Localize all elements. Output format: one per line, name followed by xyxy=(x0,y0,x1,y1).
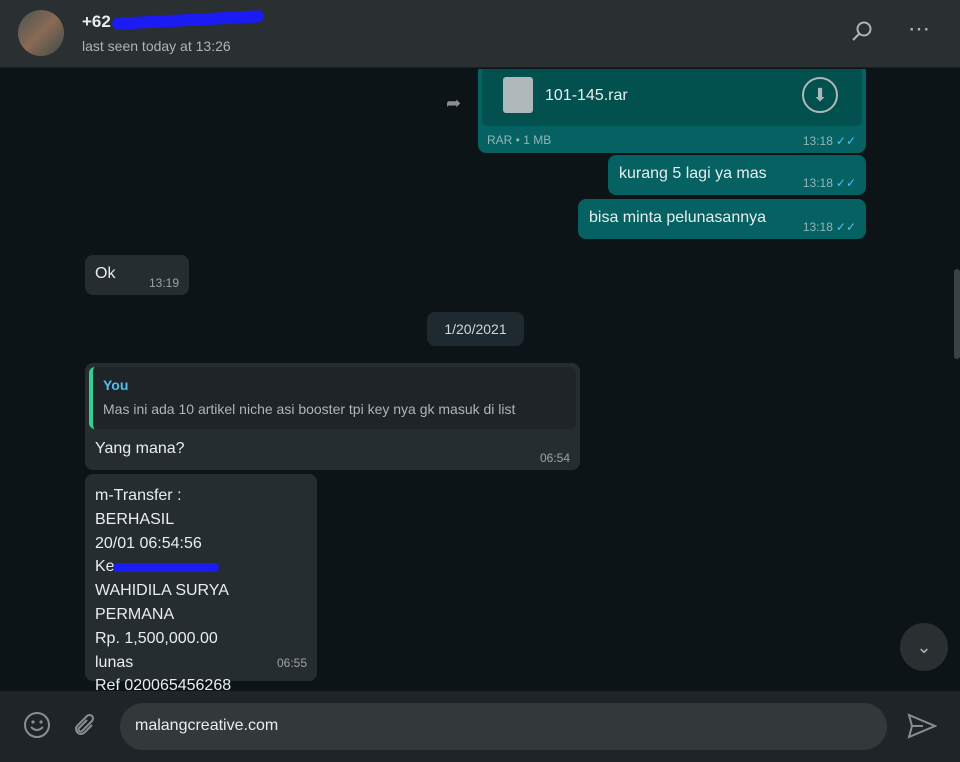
message-line: Ke xyxy=(95,558,115,576)
message-time: 13:18 xyxy=(802,220,833,234)
message-text: Yang mana? xyxy=(95,440,185,457)
message-line: BERHASIL xyxy=(95,510,175,528)
message-input[interactable]: malangcreative.com xyxy=(120,703,887,750)
message-text: Ok xyxy=(95,265,116,282)
quote-author: You xyxy=(103,377,129,393)
file-message: 101-145.rar ⬇ RAR • 1 MB 13:18 ✓✓ xyxy=(478,69,866,153)
send-icon[interactable] xyxy=(907,712,938,747)
search-icon[interactable] xyxy=(850,20,874,50)
read-receipt-icon: ✓✓ xyxy=(835,220,856,234)
scroll-down-button[interactable]: ⌄ xyxy=(900,623,948,671)
redaction-scribble xyxy=(111,10,265,30)
redaction-scribble xyxy=(113,563,219,573)
file-name: 101-145.rar xyxy=(545,87,628,104)
composer: malangcreative.com xyxy=(0,691,960,762)
message-time: 13:18 xyxy=(802,176,833,190)
avatar[interactable] xyxy=(18,10,64,56)
quote-text: Mas ini ada 10 artikel niche asi booster… xyxy=(103,401,516,417)
read-receipt-icon: ✓✓ xyxy=(835,176,856,190)
read-receipt-icon: ✓✓ xyxy=(835,134,856,148)
contact-name[interactable]: +62 xyxy=(82,12,111,32)
message-time: 06:55 xyxy=(276,656,307,671)
quoted-message[interactable]: You Mas ini ada 10 artikel niche asi boo… xyxy=(89,367,576,429)
message-text: kurang 5 lagi ya mas xyxy=(619,165,767,182)
message-text: bisa minta pelunasannya xyxy=(589,209,767,226)
chat-header: +62 last seen today at 13:26 ⋯ xyxy=(0,0,960,68)
message-line: Ref 020065456268 xyxy=(95,677,232,691)
file-attachment[interactable]: 101-145.rar ⬇ xyxy=(482,69,862,126)
message-list: ➦ 101-145.rar ⬇ RAR • 1 MB 13:18 ✓✓ kuran… xyxy=(0,69,960,691)
message-bubble: Ok 13:19 xyxy=(85,255,189,295)
emoji-icon[interactable] xyxy=(23,711,51,746)
message-line: WAHIDILA SURYA PERMANA xyxy=(95,582,229,623)
reply-message: You Mas ini ada 10 artikel niche asi boo… xyxy=(85,363,580,470)
date-divider: 1/20/2021 xyxy=(427,312,524,346)
message-bubble: kurang 5 lagi ya mas 13:18 ✓✓ xyxy=(608,155,866,195)
message-line: m-Transfer : xyxy=(95,487,182,504)
forward-icon[interactable]: ➦ xyxy=(446,93,461,114)
last-seen-status: last seen today at 13:26 xyxy=(82,38,231,54)
message-bubble: bisa minta pelunasannya 13:18 ✓✓ xyxy=(578,199,866,239)
message-line: 20/01 06:54:56 xyxy=(95,534,202,552)
scrollbar[interactable] xyxy=(954,269,960,359)
file-meta: RAR • 1 MB xyxy=(487,133,552,147)
attach-icon[interactable] xyxy=(72,711,100,746)
message-time: 06:54 xyxy=(539,451,570,465)
message-time: 13:18 xyxy=(802,134,833,148)
download-icon[interactable]: ⬇ xyxy=(802,77,838,113)
message-line: lunas xyxy=(95,653,134,671)
message-bubble: m-Transfer : BERHASIL 20/01 06:54:56 Ke … xyxy=(85,474,317,691)
menu-icon[interactable]: ⋯ xyxy=(908,16,932,42)
file-icon xyxy=(503,77,533,113)
message-time: 13:19 xyxy=(148,276,179,290)
message-line: Rp. 1,500,000.00 xyxy=(95,629,218,647)
